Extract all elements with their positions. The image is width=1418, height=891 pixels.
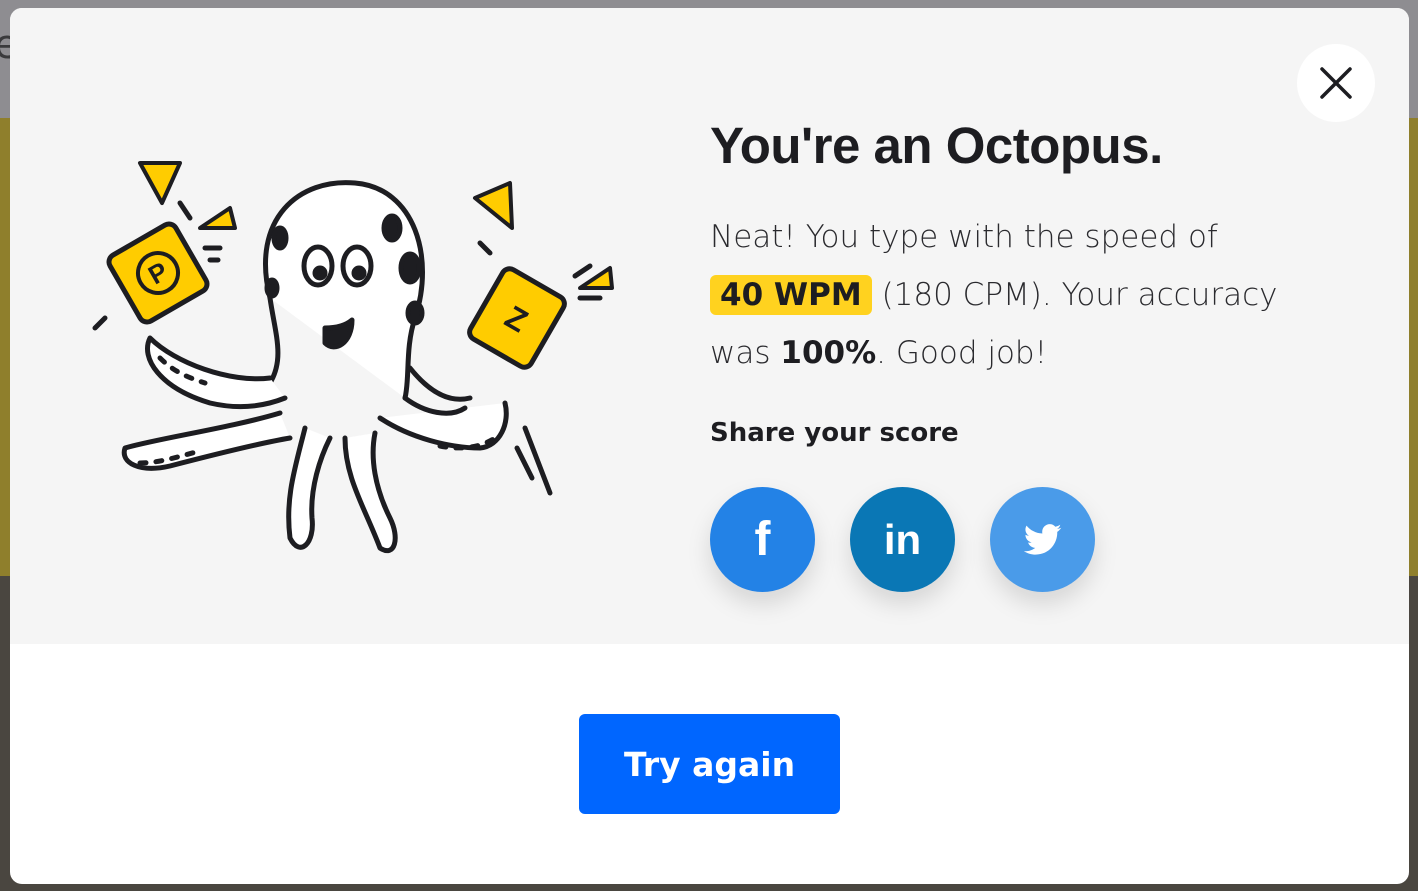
twitter-icon bbox=[1023, 523, 1061, 555]
accuracy-prefix: was bbox=[710, 335, 771, 371]
cpm-text: (180 CPM). Your accuracy bbox=[881, 277, 1278, 313]
result-content: You're an Octopus. Neat! You type with t… bbox=[710, 108, 1350, 382]
result-intro: Neat! You type with the speed of bbox=[710, 219, 1218, 255]
key-z-icon: Z bbox=[467, 266, 567, 370]
result-closing: . Good job! bbox=[876, 335, 1048, 371]
octopus-illustration: P Z bbox=[92, 161, 614, 553]
twitter-share-button[interactable] bbox=[990, 487, 1095, 592]
result-title: You're an Octopus. bbox=[710, 117, 1163, 174]
close-icon bbox=[1320, 67, 1352, 99]
linkedin-share-button[interactable]: in bbox=[850, 487, 955, 592]
facebook-icon: f bbox=[754, 513, 771, 566]
try-again-button[interactable]: Try again bbox=[579, 714, 840, 814]
key-p-icon: P bbox=[106, 221, 210, 325]
accuracy-value: 100% bbox=[780, 335, 877, 371]
wpm-badge: 40 WPM bbox=[710, 275, 872, 315]
result-dialog: P Z You're an Octopus. Neat! You type wi… bbox=[10, 8, 1409, 884]
result-text: Neat! You type with the speed of 40 WPM (… bbox=[710, 208, 1350, 382]
linkedin-icon: in bbox=[883, 515, 922, 563]
share-label: Share your score bbox=[710, 418, 959, 448]
share-buttons: f in bbox=[710, 487, 1095, 592]
facebook-share-button[interactable]: f bbox=[710, 487, 815, 592]
